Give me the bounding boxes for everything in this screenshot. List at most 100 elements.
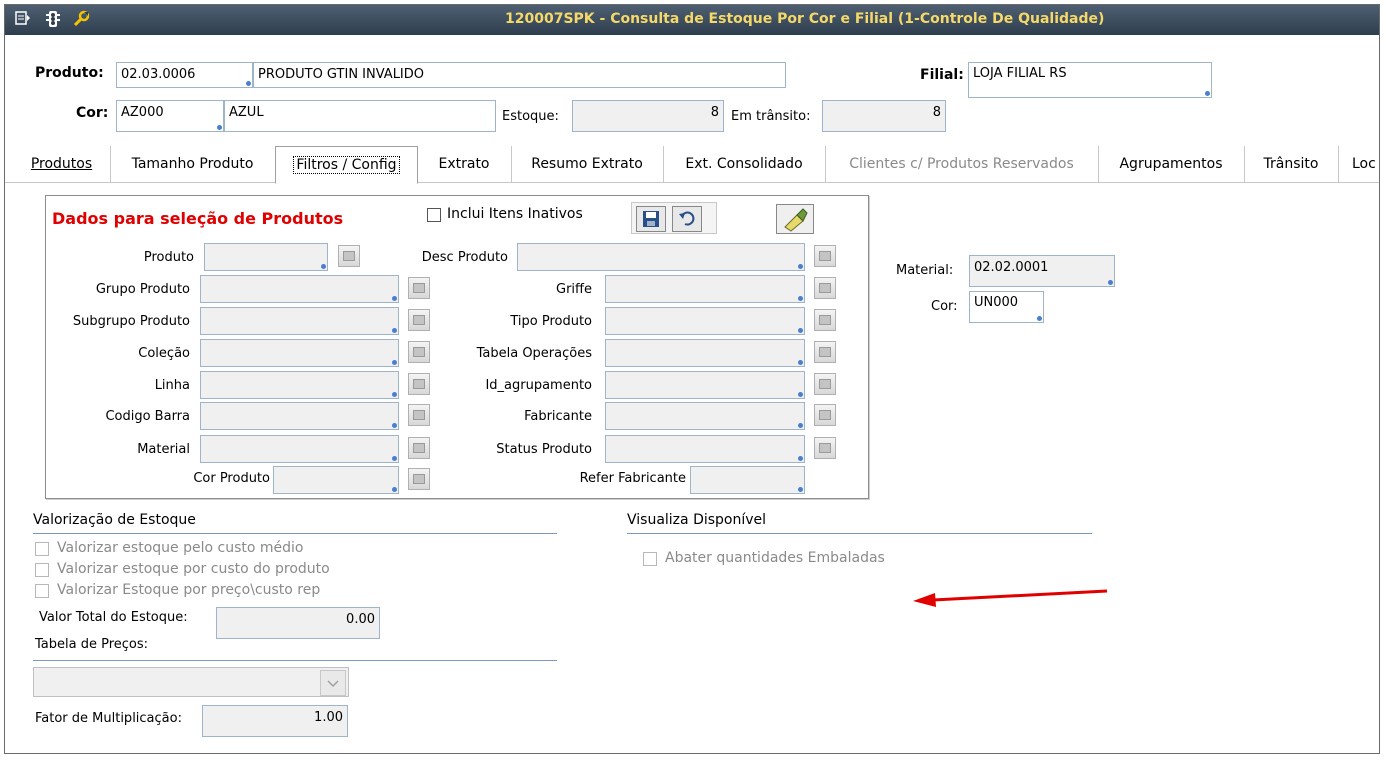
tab-transito[interactable]: Trânsito	[1244, 146, 1339, 182]
side-cor-label: Cor:	[931, 299, 958, 314]
lookup-icon[interactable]	[408, 468, 430, 490]
material-filter-label: Material	[137, 442, 190, 457]
cor-desc-field[interactable]: AZUL	[224, 100, 496, 132]
filial-label: Filial:	[920, 67, 964, 83]
colecao-field[interactable]	[200, 339, 399, 367]
window-title: 120007SPK - Consulta de Estoque Por Cor …	[505, 11, 1105, 27]
traffic-light-icon[interactable]	[43, 10, 63, 30]
material-filter-field[interactable]	[200, 435, 399, 463]
valorizacao-title: Valorização de Estoque	[33, 512, 196, 528]
visualiza-divider	[627, 533, 1092, 534]
lookup-icon[interactable]	[814, 404, 836, 426]
fator-field: 1.00	[202, 705, 348, 737]
tab-extrato[interactable]: Extrato	[417, 146, 512, 182]
tabela-operacoes-label: Tabela Operações	[476, 346, 592, 361]
desc-produto-field[interactable]	[517, 243, 805, 271]
transito-label: Em trânsito:	[731, 109, 811, 124]
lookup-icon[interactable]	[338, 245, 360, 267]
material-label: Material:	[896, 263, 954, 278]
undo-icon[interactable]	[672, 206, 702, 232]
tabela-operacoes-field[interactable]	[605, 339, 805, 367]
status-produto-label: Status Produto	[496, 442, 592, 457]
tab-label: Agrupamentos	[1119, 156, 1223, 172]
produto-filter-label: Produto	[143, 250, 194, 265]
lookup-icon[interactable]	[814, 437, 836, 459]
tab-label: Ext. Consolidado	[685, 156, 803, 172]
linha-field[interactable]	[200, 371, 399, 399]
inclui-inativos-label: Inclui Itens Inativos	[447, 206, 583, 222]
inclui-inativos-checkbox[interactable]	[427, 208, 441, 222]
griffe-label: Griffe	[556, 282, 592, 297]
tab-label: Resumo Extrato	[531, 156, 643, 172]
title-bar: 120007SPK - Consulta de Estoque Por Cor …	[5, 5, 1379, 35]
fabricante-label: Fabricante	[524, 409, 592, 424]
filters-group: Dados para seleção de Produtos Inclui It…	[45, 195, 869, 499]
refer-fabricante-label: Refer Fabricante	[579, 471, 686, 486]
lookup-icon[interactable]	[814, 277, 836, 299]
codigo-barra-label: Codigo Barra	[105, 409, 190, 424]
id-agrupamento-label: Id_agrupamento	[485, 378, 592, 393]
tab-resumo-extrato[interactable]: Resumo Extrato	[511, 146, 664, 182]
lookup-icon[interactable]	[814, 373, 836, 395]
valorizar-preco-custo-rep-checkbox[interactable]	[35, 584, 49, 598]
tab-ext-consolidado[interactable]: Ext. Consolidado	[663, 146, 826, 182]
valorizar-custo-produto-checkbox[interactable]	[35, 563, 49, 577]
menu-icon[interactable]	[13, 10, 33, 30]
griffe-field[interactable]	[605, 275, 805, 303]
fator-label: Fator de Multiplicação:	[35, 711, 182, 726]
fabricante-field[interactable]	[605, 402, 805, 430]
status-produto-field[interactable]	[605, 435, 805, 463]
estoque-field: 8	[572, 100, 724, 132]
valorizar-custo-medio-label: Valorizar estoque pelo custo médio	[57, 540, 304, 556]
tabela-precos-divider	[33, 660, 557, 661]
tab-clientes-reservados[interactable]: Clientes c/ Produtos Reservados	[825, 146, 1099, 182]
produto-label: Produto:	[35, 65, 104, 81]
linha-label: Linha	[154, 378, 190, 393]
side-cor-field[interactable]: UN000	[969, 291, 1044, 323]
app-window: 120007SPK - Consulta de Estoque Por Cor …	[4, 4, 1380, 754]
valorizar-custo-medio-checkbox[interactable]	[35, 542, 49, 556]
tipo-produto-field[interactable]	[605, 307, 805, 335]
id-agrupamento-field[interactable]	[605, 371, 805, 399]
cor-produto-label: Cor Produto	[193, 471, 270, 486]
valorizar-custo-produto-label: Valorizar estoque por custo do produto	[57, 561, 330, 577]
colecao-label: Coleção	[138, 346, 190, 361]
tab-label: Filtros / Config	[293, 156, 400, 174]
produto-filter-field[interactable]	[204, 243, 328, 271]
tab-label: Produtos	[30, 156, 93, 172]
save-icon[interactable]	[636, 206, 666, 232]
tab-loc[interactable]: Loc	[1338, 146, 1379, 182]
tab-produtos[interactable]: Produtos	[13, 146, 111, 182]
red-arrow-annotation	[913, 589, 1108, 607]
material-field[interactable]: 02.02.0001	[969, 255, 1115, 287]
valorizacao-divider	[33, 533, 557, 534]
refer-fabricante-field[interactable]	[690, 466, 805, 494]
tab-label: Loc	[1352, 156, 1376, 172]
wrench-icon[interactable]	[71, 10, 91, 30]
tab-agrupamentos[interactable]: Agrupamentos	[1098, 146, 1245, 182]
subgrupo-produto-field[interactable]	[200, 307, 399, 335]
produto-desc-field[interactable]: PRODUTO GTIN INVALIDO	[253, 62, 786, 88]
tabela-precos-select[interactable]	[33, 667, 349, 697]
tab-label: Trânsito	[1263, 156, 1319, 172]
chevron-down-icon[interactable]	[320, 670, 346, 696]
valor-total-field: 0.00	[216, 607, 380, 639]
lookup-icon[interactable]	[814, 245, 836, 267]
grupo-produto-field[interactable]	[200, 275, 399, 303]
tab-tamanho-produto[interactable]: Tamanho Produto	[110, 146, 276, 182]
lookup-icon[interactable]	[814, 341, 836, 363]
produto-code-field[interactable]: 02.03.0006	[116, 62, 253, 88]
tabela-precos-label: Tabela de Preços:	[35, 637, 149, 652]
cor-code-field[interactable]: AZ000	[116, 100, 224, 132]
filters-title: Dados para seleção de Produtos	[52, 209, 344, 228]
cor-produto-field[interactable]	[273, 466, 399, 494]
filters-toolbar	[631, 202, 717, 234]
abater-embaladas-checkbox[interactable]	[643, 552, 657, 566]
clear-icon[interactable]	[776, 204, 814, 234]
codigo-barra-field[interactable]	[200, 402, 399, 430]
filial-field[interactable]: LOJA FILIAL RS	[968, 62, 1212, 98]
lookup-icon[interactable]	[814, 309, 836, 331]
tab-bar: Produtos Tamanho Produto Filtros / Confi…	[5, 146, 1379, 184]
tab-filtros-config[interactable]: Filtros / Config	[275, 146, 418, 184]
valor-total-label: Valor Total do Estoque:	[39, 610, 188, 625]
